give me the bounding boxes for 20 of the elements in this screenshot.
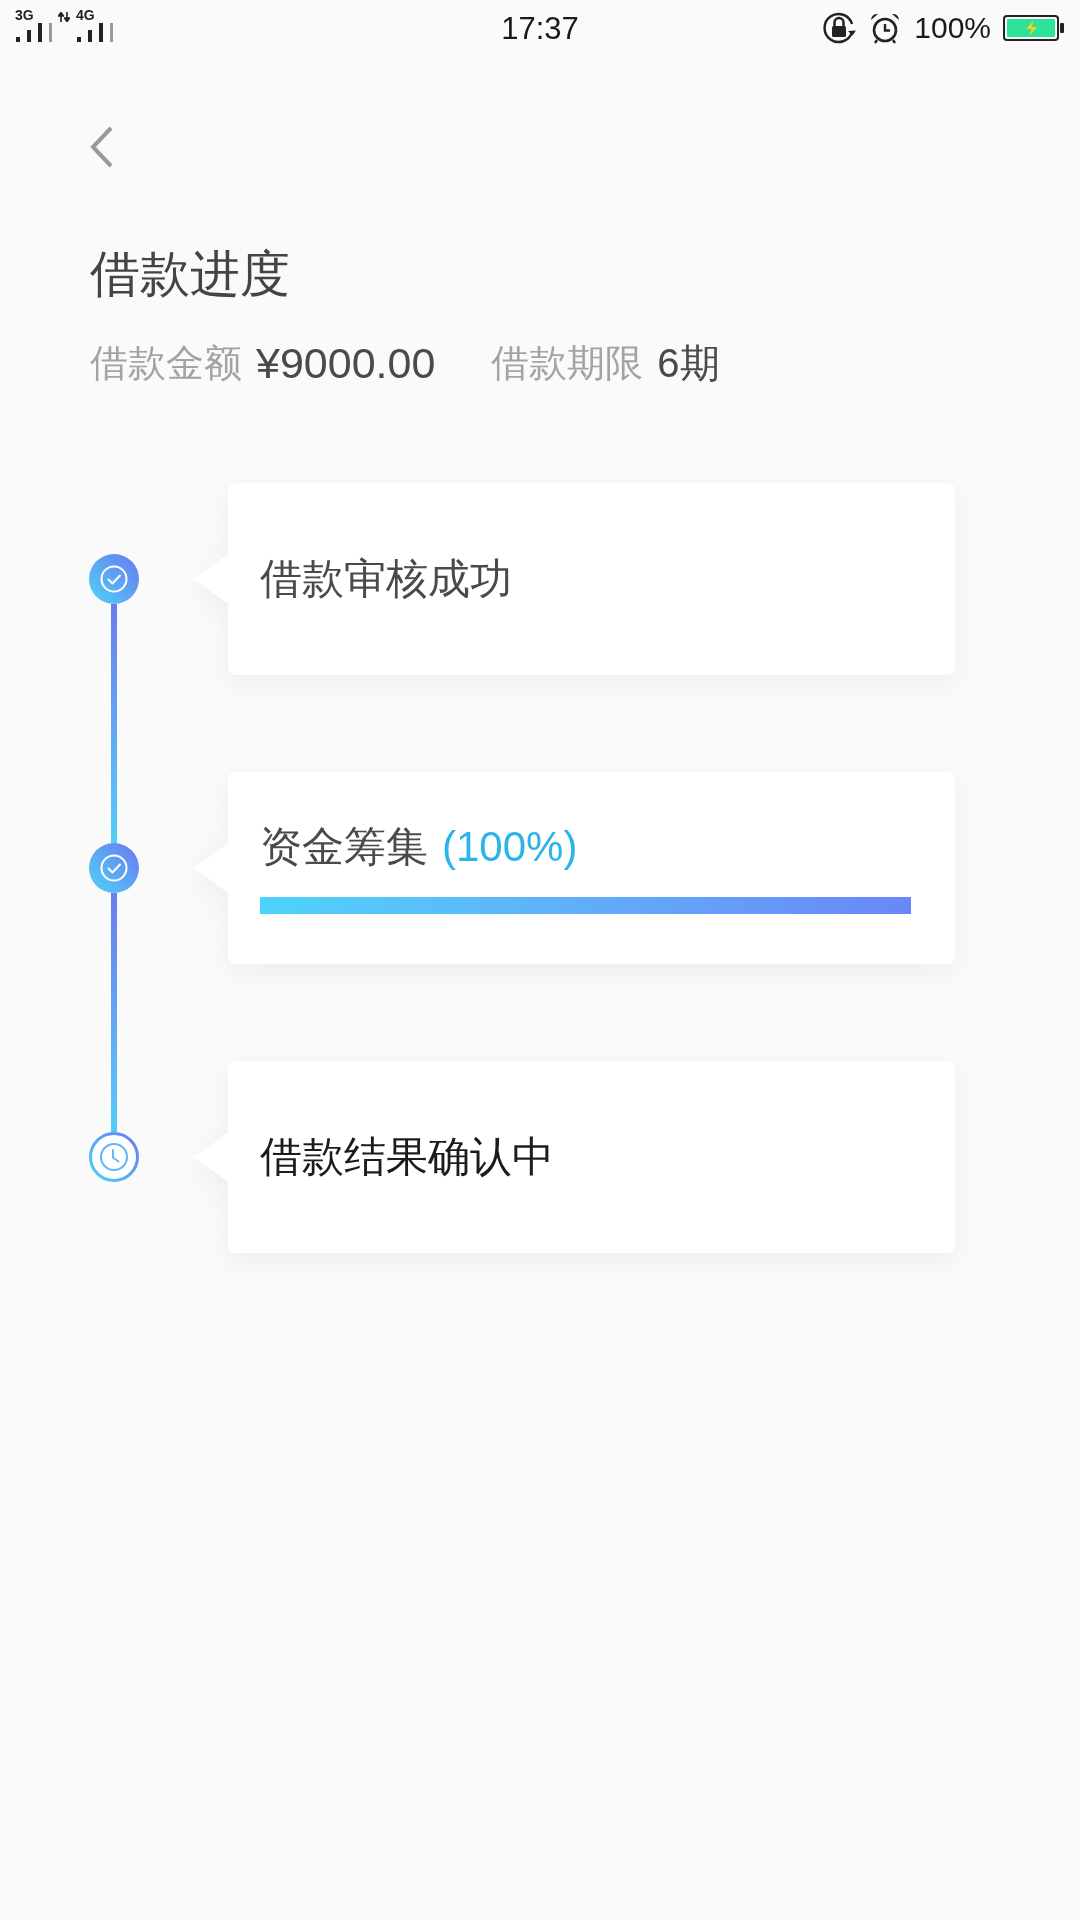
amount-value: ¥9000.00 — [256, 338, 436, 388]
network-type: 3G — [15, 7, 34, 23]
step-label: 借款结果确认中 — [260, 1132, 554, 1182]
term-label: 借款期限 — [491, 341, 644, 386]
step-label: 资金筹集 — [260, 822, 428, 872]
data-arrows-icon — [58, 12, 70, 22]
battery-charging-icon — [1003, 15, 1065, 41]
page-title: 借款进度 — [90, 245, 290, 304]
signal-icon — [77, 23, 113, 42]
term-value: 6期 — [657, 340, 720, 387]
step-percent: (100%) — [442, 822, 578, 872]
back-icon — [90, 126, 114, 168]
signal-icon — [16, 23, 52, 42]
status-time: 17:37 — [501, 12, 579, 44]
network-type: 4G — [76, 7, 95, 23]
step-label: 借款审核成功 — [260, 554, 512, 604]
amount-label: 借款金额 — [90, 341, 242, 386]
rotation-lock-icon — [821, 10, 858, 46]
alarm-clock-icon — [869, 12, 902, 44]
battery-percent: 100% — [914, 13, 991, 43]
